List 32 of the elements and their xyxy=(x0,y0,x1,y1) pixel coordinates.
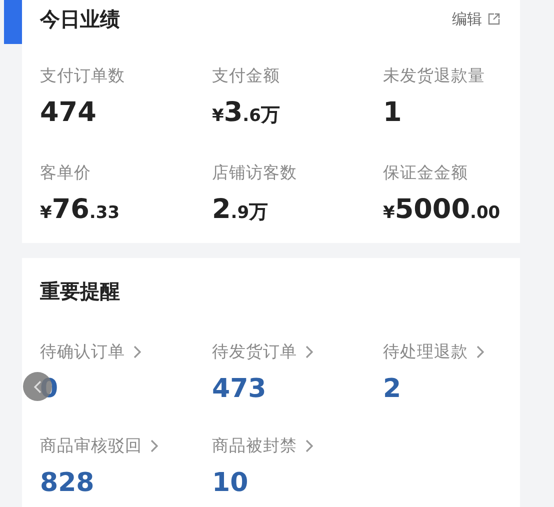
section-title: 今日业绩 xyxy=(40,6,120,32)
metric-value: 474 xyxy=(40,97,96,130)
chevron-right-icon xyxy=(476,345,485,359)
external-link-icon xyxy=(488,13,500,25)
metric-label: 店铺访客数 xyxy=(212,162,297,184)
metric-value: ¥3.6万 xyxy=(212,97,280,130)
chevron-right-icon xyxy=(133,345,142,359)
metric-value: 2.9万 xyxy=(212,194,268,227)
chevron-right-icon xyxy=(305,439,314,453)
reminder-link[interactable]: 商品审核驳回 xyxy=(40,435,142,457)
reminder-count: 2 xyxy=(383,373,402,405)
reminder-link[interactable]: 商品被封禁 xyxy=(212,435,297,457)
edit-button[interactable]: 编辑 xyxy=(452,10,500,28)
metric-value: 1 xyxy=(383,97,402,130)
reminder-link[interactable]: 待确认订单 xyxy=(40,341,125,363)
section-title: 重要提醒 xyxy=(40,278,121,305)
reminder-link[interactable]: 待处理退款 xyxy=(383,341,468,363)
accent-bar xyxy=(4,0,22,44)
reminder-count: 10 xyxy=(212,467,248,499)
reminder-count: 828 xyxy=(40,467,94,499)
metric-label: 支付订单数 xyxy=(40,65,125,87)
chevron-left-icon xyxy=(32,380,42,394)
chevron-right-icon xyxy=(305,345,314,359)
chevron-right-icon xyxy=(150,439,159,453)
metric-value: ¥5000.00 xyxy=(383,194,500,227)
metric-label: 支付金额 xyxy=(212,65,280,87)
metric-label: 客单价 xyxy=(40,162,91,184)
reminder-link[interactable]: 待发货订单 xyxy=(212,341,297,363)
metric-label: 未发货退款量 xyxy=(383,65,485,87)
reminder-count: 473 xyxy=(212,373,266,405)
metric-label: 保证金金额 xyxy=(383,162,468,184)
metric-value: ¥76.33 xyxy=(40,194,120,227)
